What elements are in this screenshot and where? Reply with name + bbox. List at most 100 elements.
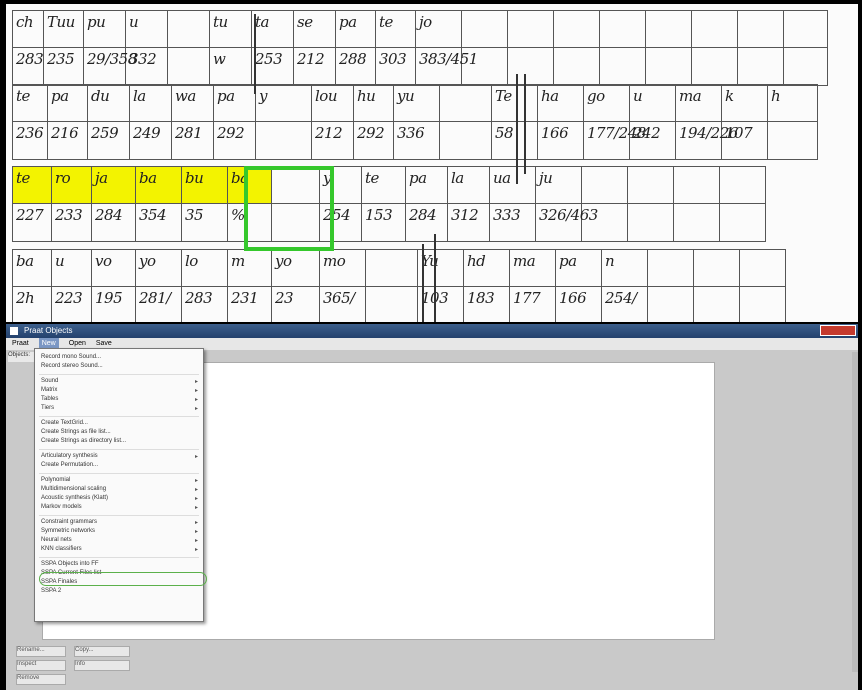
pen-stroke [422,244,424,322]
sheet-cell: ro [52,166,92,204]
cell-text: te [365,169,379,187]
cell-text: 216 [51,124,79,142]
sheet-cell [738,10,784,48]
menu-item[interactable]: Sound [41,378,58,384]
sheet-cell: Yu [418,249,464,287]
copy-button[interactable]: Copy... [74,646,130,657]
sheet-cell: ua [490,166,536,204]
submenu-arrow-icon: ▸ [194,454,198,460]
sheet-cell: te [376,10,416,48]
cell-text: ma [513,252,536,270]
menu-item[interactable]: Multidimensional scaling [41,486,106,492]
sheet-cell: 253 [252,48,294,86]
cell-text: ma [679,87,702,105]
sheet-label-row: te ro ja ba bu ba y te pa la ua ju [12,166,848,204]
sheet-cell: 35 [182,204,228,242]
cell-text: 365/ [323,289,355,307]
cell-text: ha [541,87,559,105]
sheet-cell: la [448,166,490,204]
menu-item[interactable]: Markov models [41,504,82,510]
info-button[interactable]: Info [74,660,130,671]
sheet-cell: pu [84,10,126,48]
menu-item[interactable]: Record mono Sound... [41,354,101,360]
cell-text: te [16,169,30,187]
menu-item[interactable]: Tables [41,396,58,402]
pen-stroke [516,74,518,184]
cell-text: 336 [397,124,425,142]
remove-button[interactable]: Remove [16,674,66,685]
menu-item[interactable]: Create Permutation... [41,462,98,468]
menu-item[interactable]: Tiers [41,405,54,411]
menu-separator [39,473,199,474]
sheet-cell [366,287,418,322]
sheet-cell [692,10,738,48]
cell-text: ta [255,13,269,31]
menu-item[interactable]: Symmetric networks [41,528,95,534]
submenu-arrow-icon: ▸ [194,478,198,484]
sheet-cell [694,287,740,322]
menu-item[interactable]: Constraint grammars [41,519,97,525]
sheet-cell: 212 [312,122,354,160]
rename-button[interactable]: Rename... [16,646,66,657]
sheet-cell [674,204,720,242]
sheet-cell [600,48,646,86]
cell-text: 333 [493,206,521,224]
cell-text: 183 [467,289,495,307]
menu-item[interactable]: KNN classifiers [41,546,82,552]
sheet-cell: pa [48,84,88,122]
cell-text: lo [185,252,198,270]
sheet-cell [600,10,646,48]
menu-separator [39,416,199,417]
sheet-cell: 166 [538,122,584,160]
sheet-cell: 254/ [602,287,648,322]
highlight-annotation [39,572,207,586]
inspect-button[interactable]: Inspect [16,660,66,671]
cell-text: ba [16,252,34,270]
cell-text: mo [323,252,346,270]
window-titlebar[interactable]: Praat Objects [6,324,858,338]
menu-item[interactable]: Articulatory synthesis [41,453,98,459]
submenu-arrow-icon: ▸ [194,487,198,493]
sheet-cell: 281 [172,122,214,160]
cell-text: te [379,13,393,31]
sheet-cell: ma [676,84,722,122]
sheet-cell: ta [252,10,294,48]
cell-text: 284 [95,206,123,224]
sheet-cell: 354 [136,204,182,242]
sheet-label-row: ba u vo yo lo m yo mo Yu hd ma pa n [12,249,848,287]
menu-item[interactable]: SSPA Objects into FF [41,561,99,567]
menu-praat[interactable]: Praat [12,338,29,350]
menu-item[interactable]: Create Strings as file list... [41,429,111,435]
menu-item[interactable]: Polynomial [41,477,70,483]
sheet-cell: 233 [52,204,92,242]
sheet-cell: 227 [12,204,52,242]
sheet-cell: 235 [44,48,84,86]
sheet-cell: 303 [376,48,416,86]
menu-item[interactable]: Matrix [41,387,57,393]
menu-item[interactable]: SSPA 2 [41,588,61,594]
menu-item[interactable]: Create TextGrid... [41,420,88,426]
menu-item[interactable]: Acoustic synthesis (Klatt) [41,495,108,501]
cell-text: ua [493,169,511,187]
cell-text: te [16,87,30,105]
menu-item[interactable]: Create Strings as directory list... [41,438,126,444]
sheet-cell: la [130,84,172,122]
cell-text: Tuu [47,13,75,31]
close-button[interactable] [820,325,856,336]
sheet-cell: 194/226 [676,122,738,160]
sheet-cell: 177/248 [584,122,646,160]
cell-text: 195 [95,289,123,307]
cell-text: pa [409,169,427,187]
cell-text: lou [315,87,338,105]
sheet-cell [582,204,628,242]
scrollbar[interactable] [852,352,858,672]
cell-text: 166 [559,289,587,307]
sheet-cell [168,10,210,48]
submenu-arrow-icon: ▸ [194,406,198,412]
menu-item[interactable]: Record stereo Sound... [41,363,103,369]
menu-item[interactable]: Neural nets [41,537,72,543]
sheet-cell: 249 [130,122,172,160]
sheet-cell [462,48,508,86]
sheet-cell: lou [312,84,354,122]
sheet-cell: te [362,166,406,204]
